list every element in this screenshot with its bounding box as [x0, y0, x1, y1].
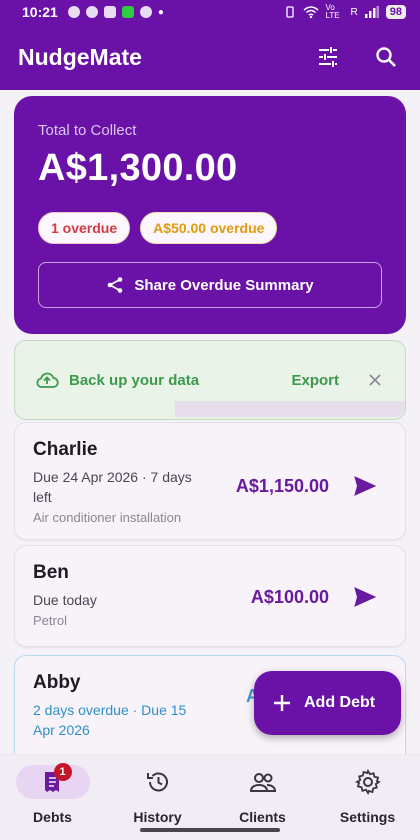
overdue-badges: 1 overdue A$50.00 overdue: [38, 212, 382, 244]
add-debt-label: Add Debt: [304, 694, 376, 711]
nav-icon-wrap: [226, 765, 300, 799]
export-button[interactable]: Export: [291, 372, 339, 389]
home-indicator[interactable]: [140, 828, 280, 832]
network-type: Vo LTE: [325, 3, 340, 20]
plus-icon: [274, 695, 290, 711]
gear-icon: [354, 769, 381, 795]
debt-due-text: 2 days overdue · Due 15 Apr 2026: [33, 702, 187, 738]
send-reminder-button[interactable]: [343, 464, 387, 508]
nav-label: Debts: [33, 809, 72, 825]
app-icon: [139, 6, 152, 18]
share-icon: [108, 277, 123, 293]
share-overdue-summary-button[interactable]: Share Overdue Summary: [38, 262, 382, 308]
message-icon: [85, 6, 98, 18]
add-debt-button[interactable]: Add Debt: [254, 671, 401, 735]
status-bar: 10:21 ● Vo LTE R 98: [0, 0, 420, 24]
summary-card: Total to Collect A$1,300.00 1 overdue A$…: [14, 96, 406, 334]
debt-info: 2 days overdue · Due 15 Apr 2026: [33, 694, 209, 740]
debt-card-charlie[interactable]: Charlie Due 24 Apr 2026 · 7 days left Ai…: [14, 422, 406, 540]
cloud-upload-icon: [36, 372, 59, 388]
send-reminder-button[interactable]: [343, 575, 387, 619]
debt-info: Due today Petrol: [33, 584, 209, 628]
debt-due-text: Due 24 Apr 2026 · 7 days left: [33, 469, 192, 505]
link-icon: [103, 6, 116, 18]
nav-icon-wrap: [331, 765, 405, 799]
share-label: Share Overdue Summary: [134, 276, 314, 294]
filter-button[interactable]: [312, 41, 344, 73]
debt-row: Due today Petrol A$100.00: [33, 584, 387, 628]
nav-label: Clients: [239, 809, 286, 825]
nav-icon-wrap: 1: [15, 763, 90, 799]
shield-icon: [121, 6, 134, 18]
overdue-count-badge[interactable]: 1 overdue: [38, 212, 131, 244]
send-icon: [354, 587, 376, 607]
debt-amount: A$1,150.00: [235, 475, 329, 496]
app-bar: NudgeMate: [0, 24, 420, 90]
roaming-indicator: R: [350, 6, 358, 18]
nav-item-debts[interactable]: 1 Debts: [0, 755, 105, 840]
nav-label: History: [133, 809, 182, 825]
debt-row: Due 24 Apr 2026 · 7 days left Air condit…: [33, 461, 387, 525]
tune-icon: [319, 47, 337, 67]
close-icon: [369, 374, 381, 386]
debt-note: Air conditioner installation: [33, 510, 182, 525]
nav-icon-wrap: [121, 765, 195, 799]
vibrate-icon: [285, 6, 294, 18]
debt-client-name: Charlie: [33, 439, 98, 460]
wifi-icon: [303, 6, 319, 18]
people-icon: [249, 773, 276, 792]
debt-card-ben[interactable]: Ben Due today Petrol A$100.00: [14, 545, 406, 647]
search-button[interactable]: [370, 41, 402, 73]
battery-level: 98: [385, 5, 406, 19]
overdue-amount-badge[interactable]: A$50.00 overdue: [140, 212, 278, 244]
send-icon: [354, 476, 376, 496]
nav-label: Settings: [339, 809, 396, 825]
debt-info: Due 24 Apr 2026 · 7 days left Air condit…: [33, 461, 209, 525]
total-amount: A$1,300.00: [38, 147, 238, 189]
debt-amount: A$100.00: [250, 586, 329, 607]
debts-badge: 1: [53, 763, 72, 781]
status-time: 10:21: [22, 4, 58, 20]
dot-icon: ●: [157, 6, 164, 18]
nav-item-settings[interactable]: Settings: [315, 755, 420, 840]
search-icon: [376, 47, 396, 67]
status-right: Vo LTE R 98: [284, 4, 406, 20]
app-title: NudgeMate: [18, 43, 142, 70]
chat-icon: [67, 6, 80, 18]
debt-note: Petrol: [33, 613, 67, 628]
signal-icon: [364, 6, 379, 18]
total-label: Total to Collect: [38, 122, 137, 139]
app-actions: [312, 41, 402, 73]
debt-due-text: Due today: [33, 592, 97, 608]
debt-client-name: Ben: [33, 562, 69, 583]
backup-progress-strip: [175, 401, 405, 417]
history-icon: [146, 772, 168, 792]
dismiss-backup-button[interactable]: [365, 370, 385, 390]
backup-banner: Back up your data Export: [14, 340, 406, 420]
backup-text: Back up your data: [69, 371, 200, 389]
notification-icons: ●: [67, 6, 164, 18]
